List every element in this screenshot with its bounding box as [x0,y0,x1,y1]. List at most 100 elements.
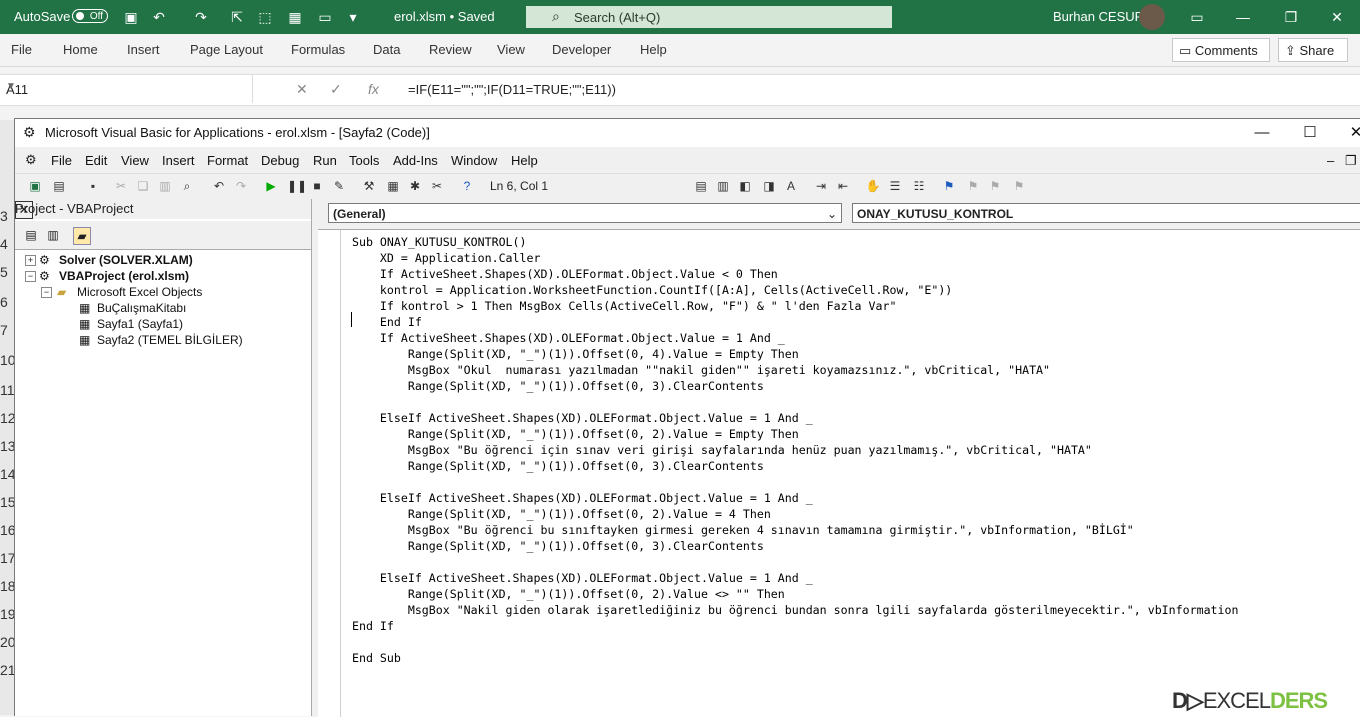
tab-developer[interactable]: Developer [552,42,611,57]
select-icon[interactable]: ⇱ [228,8,246,26]
restore-icon[interactable]: ❐ [1280,6,1302,28]
collapse-icon[interactable]: − [41,287,52,298]
autosave-toggle[interactable]: Off [72,9,108,23]
tree-excel-objects[interactable]: Microsoft Excel Objects [77,285,202,299]
avatar[interactable] [1139,4,1165,30]
tab-help[interactable]: Help [640,42,667,57]
save-icon[interactable]: ▪ [85,178,101,194]
row-number[interactable]: 11 [0,382,14,398]
save-icon[interactable]: ▣ [122,8,140,26]
comment-block-icon[interactable]: ☰ [887,178,903,194]
cancel-icon[interactable]: ✕ [296,81,308,98]
child-minimize-icon[interactable]: – [1327,153,1334,168]
enter-icon[interactable]: ✓ [330,81,342,98]
function-icon[interactable]: fx [368,81,379,97]
insert-module-icon[interactable]: ▤ [51,178,67,194]
menu-file[interactable]: File [51,153,72,168]
run-icon[interactable]: ▶ [263,178,279,194]
chevron-down-icon[interactable]: ▼ [6,81,246,92]
clear-bookmarks-icon[interactable]: ⚑ [1011,178,1027,194]
menu-window[interactable]: Window [451,153,497,168]
collapse-icon[interactable]: − [25,271,36,282]
row-number[interactable]: 18 [0,578,14,594]
row-number[interactable]: 4 [0,236,14,252]
redo-icon[interactable]: ↷ [192,8,210,26]
list-constants-icon[interactable]: ▥ [715,178,731,194]
child-restore-icon[interactable]: ❐ [1345,153,1357,169]
minimize-icon[interactable]: — [1232,6,1254,28]
vba-minimize-icon[interactable]: — [1251,122,1273,144]
menu-run[interactable]: Run [313,153,337,168]
procedure-combo[interactable]: ONAY_KUTUSU_KONTROL [852,203,1360,223]
menu-debug[interactable]: Debug [261,153,299,168]
copy-icon[interactable]: ❏ [135,178,151,194]
search-box[interactable]: ⌕ Search (Alt+Q) [526,6,892,28]
row-number[interactable]: 3 [0,208,14,224]
parameter-info-icon[interactable]: ◨ [761,178,777,194]
doc-icon[interactable]: ⚙ [25,152,37,168]
tab-view[interactable]: View [497,42,525,57]
row-number[interactable]: 19 [0,606,14,622]
vba-maximize-icon[interactable]: ☐ [1299,122,1321,144]
view-object-icon[interactable]: ▥ [45,227,61,243]
tab-file[interactable]: File [11,42,32,57]
cut-icon[interactable]: ✂ [113,178,129,194]
tab-data[interactable]: Data [373,42,400,57]
row-number[interactable]: 21 [0,662,14,678]
find-icon[interactable]: ⌕ [179,178,195,194]
row-number[interactable]: 20 [0,634,14,650]
close-icon[interactable]: ✕ [15,201,33,219]
object-browser-icon[interactable]: ✱ [407,178,423,194]
design-mode-icon[interactable]: ✎ [331,178,347,194]
tab-page-layout[interactable]: Page Layout [190,42,263,57]
bookmark-icon[interactable]: ⚑ [941,178,957,194]
complete-word-icon[interactable]: A [783,178,799,194]
name-box[interactable]: A11 ▼ [0,75,253,103]
project-explorer-icon[interactable]: ⚒ [361,178,377,194]
tree-sheet2[interactable]: Sayfa2 (TEMEL BİLGİLER) [97,333,243,347]
menu-view[interactable]: View [121,153,149,168]
menu-help[interactable]: Help [511,153,538,168]
camera-icon[interactable]: ▭ [316,8,334,26]
tab-formulas[interactable]: Formulas [291,42,345,57]
menu-tools[interactable]: Tools [349,153,379,168]
tree-sheet1[interactable]: Sayfa1 (Sayfa1) [97,317,183,331]
row-number[interactable]: 6 [0,294,14,310]
vba-close-icon[interactable]: ✕ [1345,122,1360,144]
margin-indicator-bar[interactable] [318,230,341,717]
prev-bookmark-icon[interactable]: ⚑ [987,178,1003,194]
menu-edit[interactable]: Edit [85,153,107,168]
tab-review[interactable]: Review [429,42,472,57]
row-number[interactable]: 13 [0,438,14,454]
comments-button[interactable]: ▭ Comments [1172,38,1270,62]
quick-info-icon[interactable]: ◧ [737,178,753,194]
tree-vbaproject[interactable]: VBAProject (erol.xlsm) [59,269,189,283]
tree-solver[interactable]: Solver (SOLVER.XLAM) [59,253,193,267]
toolbox-icon[interactable]: ✂ [429,178,445,194]
row-number[interactable]: 5 [0,264,14,280]
formula-input[interactable]: =IF(E11="";"";IF(D11=TRUE;"";E11)) [408,82,616,97]
row-number[interactable]: 14 [0,466,14,482]
menu-add-ins[interactable]: Add-Ins [393,153,438,168]
next-bookmark-icon[interactable]: ⚑ [965,178,981,194]
customize-icon[interactable]: ▾ [344,8,362,26]
indent-icon[interactable]: ⇥ [813,178,829,194]
row-number[interactable]: 10 [0,352,14,368]
stop-icon[interactable]: ■ [309,178,325,194]
redo-icon[interactable]: ↷ [233,178,249,194]
uncomment-block-icon[interactable]: ☷ [911,178,927,194]
pause-icon[interactable]: ❚❚ [287,178,307,194]
row-number[interactable]: 7 [0,322,14,338]
list-properties-icon[interactable]: ▤ [693,178,709,194]
object-combo[interactable]: (General) ⌄ [328,203,842,223]
properties-icon[interactable]: ▦ [385,178,401,194]
ribbon-display-icon[interactable]: ▭ [1186,6,1208,28]
excel-icon[interactable]: ▣ [27,178,43,194]
menu-insert[interactable]: Insert [162,153,195,168]
outdent-icon[interactable]: ⇤ [835,178,851,194]
row-number[interactable]: 12 [0,410,14,426]
row-number[interactable]: 15 [0,494,14,510]
tab-home[interactable]: Home [63,42,98,57]
tab-insert[interactable]: Insert [127,42,160,57]
toggle-folders-icon[interactable]: ▰ [73,227,91,245]
